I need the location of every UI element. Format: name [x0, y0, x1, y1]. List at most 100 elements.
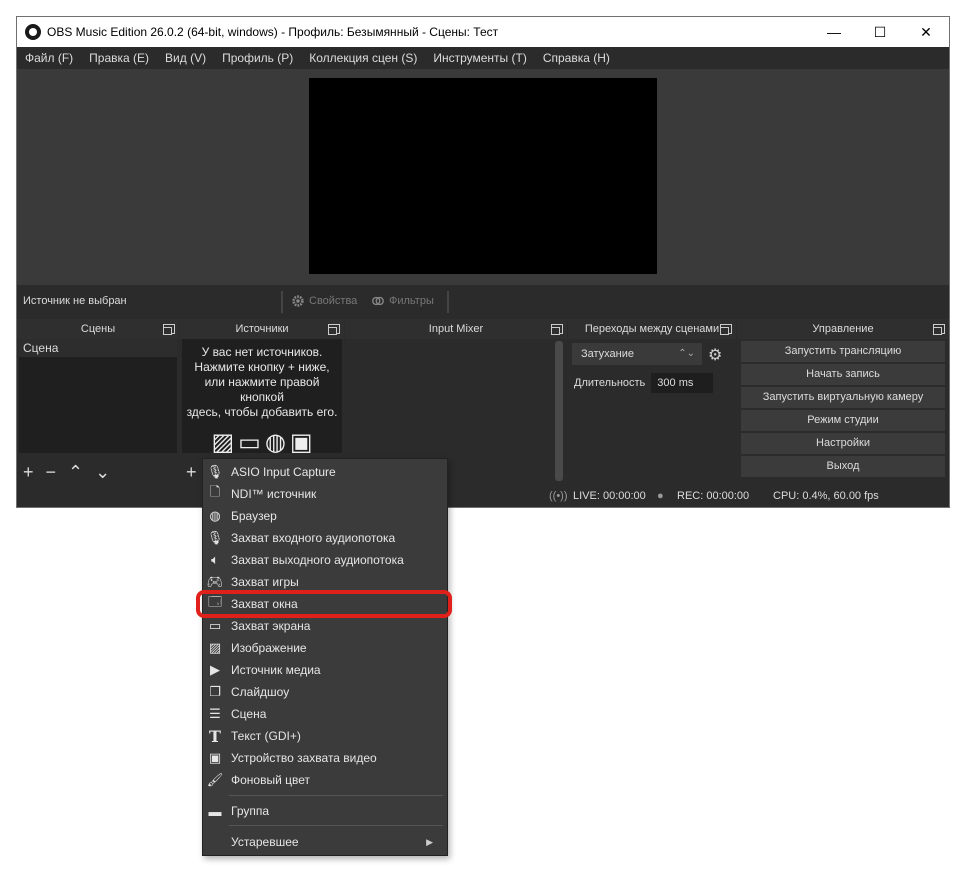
undock-icon[interactable] [163, 324, 175, 335]
menu-item-ndi[interactable]: 🗋 NDI™ источник [203, 483, 447, 505]
camera-icon: ▣ [289, 429, 313, 456]
menu-scene-collection[interactable]: Коллекция сцен (S) [301, 51, 425, 65]
hint-icons: ▨ ▭ ◍ ▣ [182, 428, 342, 457]
menu-view[interactable]: Вид (V) [157, 51, 214, 65]
move-down-icon[interactable]: ⌄ [95, 462, 110, 483]
menu-separator [229, 795, 443, 796]
menu-item-group[interactable]: ▬ Группа [203, 800, 447, 822]
maximize-button[interactable]: ☐ [857, 17, 903, 47]
controls-dock-header: Управление [737, 319, 949, 339]
controls-dock: Управление Запустить трансляцию Начать з… [737, 319, 949, 485]
rec-indicator-icon: ● [657, 490, 664, 502]
transitions-dock-header: Переходы между сценами [568, 319, 736, 339]
add-source-menu: 🎙︎ ASIO Input Capture 🗋 NDI™ источник ◍ … [202, 458, 448, 856]
add-scene-icon[interactable]: + [23, 462, 34, 483]
globe-icon: ◍ [209, 508, 221, 523]
menu-item-text[interactable]: T Текст (GDI+) [203, 725, 447, 747]
menu-item-asio[interactable]: 🎙︎ ASIO Input Capture [203, 461, 447, 483]
list-icon: ☰ [209, 706, 221, 721]
microphone-icon: 🎙︎ [206, 530, 224, 545]
folder-icon: ▬ [208, 803, 222, 819]
menu-item-slideshow[interactable]: ❐ Слайдшоу [203, 681, 447, 703]
play-icon: ▶ [210, 662, 220, 677]
menu-item-color-source[interactable]: 🖌︎ Фоновый цвет [203, 769, 447, 791]
mixer-scrollbar[interactable] [555, 341, 563, 481]
start-virtual-camera-button[interactable]: Запустить виртуальную камеру [741, 387, 945, 408]
menu-item-display-capture[interactable]: ▭ Захват экрана [203, 615, 447, 637]
microphone-icon: 🎙︎ [206, 464, 224, 479]
menu-separator [229, 825, 443, 826]
gear-icon [292, 295, 304, 307]
speaker-icon: 🔈︎ [211, 552, 219, 567]
menu-item-browser[interactable]: ◍ Браузер [203, 505, 447, 527]
menu-item-label: Фоновый цвет [231, 773, 311, 787]
image-icon: ▨ [211, 429, 235, 456]
hint-line: или нажмите правой кнопкой [204, 375, 320, 404]
menu-item-image[interactable]: ▨ Изображение [203, 637, 447, 659]
sources-list[interactable]: У вас нет источников. Нажмите кнопку + н… [182, 339, 342, 456]
menu-item-label: Группа [231, 804, 270, 818]
menu-item-audio-input[interactable]: 🎙︎ Захват входного аудиопотока [203, 527, 447, 549]
transition-select-value: Затухание [581, 348, 635, 360]
filters-label: Фильтры [389, 295, 434, 307]
menu-item-video-capture[interactable]: ▣ Устройство захвата видео [203, 747, 447, 769]
source-toolbar: Источник не выбран Свойства Фильтры [17, 287, 949, 317]
menu-item-audio-output[interactable]: 🔈︎ Захват выходного аудиопотока [203, 549, 447, 571]
menu-item-label: ASIO Input Capture [231, 465, 336, 479]
scenes-list: Сцена [19, 339, 177, 453]
menu-item-deprecated[interactable]: Устаревшее ▶ [203, 831, 447, 853]
settings-button[interactable]: Настройки [741, 433, 945, 454]
menu-tools[interactable]: Инструменты (T) [425, 51, 534, 65]
start-recording-button[interactable]: Начать запись [741, 364, 945, 385]
monitor-icon: ▭ [238, 429, 261, 456]
text-icon: T [209, 726, 221, 746]
exit-button[interactable]: Выход [741, 456, 945, 477]
scenes-dock: Сцены Сцена + − ⌃ ⌄ [17, 319, 179, 485]
menu-help[interactable]: Справка (H) [535, 51, 618, 65]
menu-edit[interactable]: Правка (E) [81, 51, 157, 65]
menu-bar: Файл (F) Правка (E) Вид (V) Профиль (P) … [17, 47, 949, 69]
preview-area [17, 69, 949, 285]
controls-dock-title: Управление [812, 323, 874, 335]
remove-scene-icon[interactable]: − [46, 462, 57, 483]
menu-item-label: Захват выходного аудиопотока [231, 553, 404, 567]
preview-canvas[interactable] [309, 78, 657, 274]
undock-icon[interactable] [933, 324, 945, 335]
filters-button[interactable]: Фильтры [371, 294, 434, 308]
sources-dock-title: Источники [235, 323, 289, 335]
hint-line: здесь, чтобы добавить его. [186, 405, 338, 419]
undock-icon[interactable] [328, 324, 340, 335]
undock-icon[interactable] [551, 324, 563, 335]
move-up-icon[interactable]: ⌃ [68, 462, 83, 483]
menu-item-label: Слайдшоу [231, 685, 290, 699]
menu-profile[interactable]: Профиль (P) [214, 51, 301, 65]
image-icon: ▨ [208, 640, 222, 655]
hint-line: У вас нет источников. [201, 345, 323, 359]
scenes-dock-title: Сцены [80, 323, 116, 335]
studio-mode-button[interactable]: Режим студии [741, 410, 945, 431]
menu-item-label: NDI™ источник [231, 487, 317, 501]
duration-input[interactable]: 300 ms [651, 373, 714, 393]
close-button[interactable]: ✕ [903, 17, 949, 47]
scenes-dock-header: Сцены [17, 319, 179, 339]
toolbar-divider [447, 291, 449, 313]
chevron-updown-icon: ⌃⌄ [678, 348, 695, 359]
add-source-icon[interactable]: + [186, 462, 197, 483]
minimize-button[interactable]: — [811, 17, 857, 47]
start-streaming-button[interactable]: Запустить трансляцию [741, 341, 945, 362]
toolbar-divider [281, 291, 283, 313]
mixer-body [347, 339, 565, 481]
undock-icon[interactable] [720, 324, 732, 335]
menu-item-label: Сцена [231, 707, 267, 721]
transition-select[interactable]: Затухание ⌃⌄ [572, 343, 702, 365]
menu-file[interactable]: Файл (F) [17, 51, 81, 65]
brush-icon: 🖌︎ [206, 772, 224, 787]
duration-label: Длительность [574, 377, 646, 389]
scene-list-item[interactable]: Сцена [19, 339, 177, 357]
menu-item-media-source[interactable]: ▶ Источник медиа [203, 659, 447, 681]
menu-item-scene[interactable]: ☰ Сцена [203, 703, 447, 725]
mixer-dock-header: Input Mixer [345, 319, 567, 339]
transition-select-row: Затухание ⌃⌄ ⚙ [568, 339, 736, 369]
gear-icon[interactable]: ⚙ [708, 345, 726, 364]
properties-button[interactable]: Свойства [291, 294, 357, 308]
